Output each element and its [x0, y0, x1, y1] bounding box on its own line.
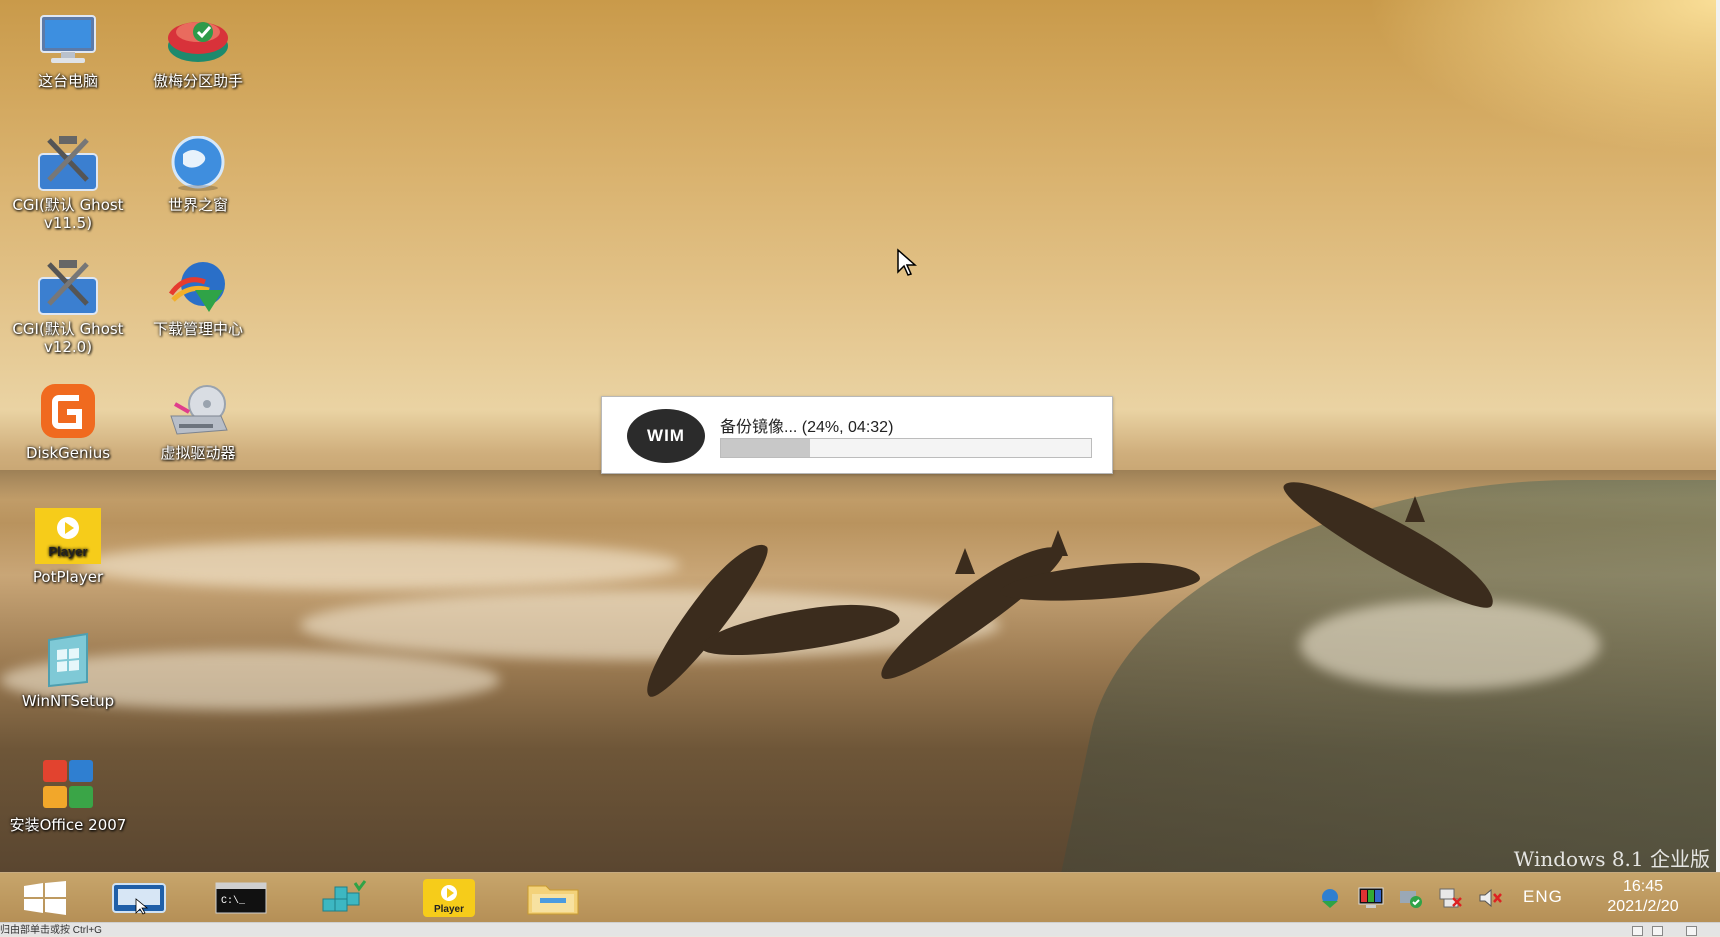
taskbar: C:\_ Player ENG 16:45 2021/2/20: [0, 872, 1720, 923]
desktop-icon-potplayer[interactable]: Player PotPlayer: [5, 508, 131, 586]
cmd-text: C:\_: [221, 895, 246, 907]
desktop-icon-winntsetup[interactable]: WinNTSetup: [5, 632, 131, 710]
potplayer-icon: Player: [423, 879, 475, 917]
icon-label: 傲梅分区助手: [152, 72, 243, 90]
icon-label: WinNTSetup: [21, 692, 115, 710]
clock-time: 16:45: [1622, 878, 1664, 895]
potplayer-taskbar-text: Player: [434, 904, 464, 915]
monitor-icon: [1358, 887, 1384, 908]
dolphin-fin: [955, 548, 975, 574]
desktop-icon-diskgenius[interactable]: DiskGenius: [5, 384, 131, 462]
diskgenius-icon: [35, 384, 101, 440]
tray-monitor[interactable]: [1358, 887, 1384, 909]
desktop-icon-cgi-ghost-v11[interactable]: CGI(默认 Ghost v11.5): [5, 136, 131, 232]
wim-logo: WIM: [627, 409, 705, 463]
computer-icon: [35, 12, 101, 68]
tray-volume[interactable]: [1478, 887, 1502, 909]
surf-foam: [1300, 600, 1600, 690]
winntsetup-icon: [35, 632, 101, 688]
command-prompt-icon: C:\_: [215, 882, 267, 914]
icon-label: 这台电脑: [37, 72, 98, 90]
potplayer-icon: Player: [29, 508, 107, 564]
tray-network-globe[interactable]: [1318, 887, 1342, 909]
desktop-icon-virtual-drive[interactable]: 虚拟驱动器: [135, 384, 261, 462]
download-manager-icon: [165, 260, 231, 316]
taskbar-screen-keyboard[interactable]: [108, 878, 170, 918]
window-edge: [1716, 0, 1720, 922]
icon-label: 安装Office 2007: [9, 816, 127, 834]
globe-browser-icon: [165, 135, 231, 192]
tray-network-status[interactable]: [1438, 887, 1462, 909]
taskbar-package-manager[interactable]: [314, 878, 376, 918]
tray-security[interactable]: [1398, 887, 1422, 909]
progress-status-text: 备份镜像... (24%, 04:32): [720, 419, 894, 436]
wim-progress-dialog: WIM 备份镜像... (24%, 04:32): [601, 396, 1113, 474]
icon-label: CGI(默认 Ghost v12.0): [12, 320, 124, 356]
taskbar-command-prompt[interactable]: C:\_: [210, 878, 272, 918]
dolphin-fin: [1048, 530, 1068, 556]
screen-keyboard-icon: [112, 883, 166, 915]
taskbar-file-explorer[interactable]: [522, 878, 584, 918]
host-status-bar: 归由部单击或按 Ctrl+G: [0, 922, 1720, 936]
os-watermark: Windows 8.1 企业版: [1513, 847, 1710, 871]
progress-bar-fill: [721, 439, 810, 457]
virtual-drive-icon: [165, 384, 231, 440]
icon-label: 世界之窗: [167, 196, 228, 214]
mouse-cursor-icon: [897, 248, 917, 276]
start-button[interactable]: [14, 878, 76, 918]
security-shield-icon: [1400, 891, 1422, 908]
cgi-ghost-icon: [35, 260, 101, 316]
clock-date: 2021/2/20: [1607, 898, 1679, 915]
package-icon: [322, 880, 367, 912]
icon-label: 虚拟驱动器: [160, 444, 236, 462]
desktop-icon-download-manager[interactable]: 下载管理中心: [135, 260, 261, 338]
volume-muted-icon: [1479, 888, 1502, 908]
icon-label: DiskGenius: [25, 444, 111, 462]
icon-label: 下载管理中心: [152, 320, 243, 338]
desktop-icon-this-pc[interactable]: 这台电脑: [5, 12, 131, 90]
network-disconnected-icon: [1439, 888, 1462, 908]
partition-assistant-icon: [165, 12, 231, 68]
icon-label: CGI(默认 Ghost v11.5): [12, 196, 124, 232]
icon-label: PotPlayer: [32, 568, 104, 586]
cgi-ghost-icon: [35, 136, 101, 192]
system-clock[interactable]: 16:45 2021/2/20: [1588, 877, 1698, 917]
surf-foam: [80, 540, 680, 590]
desktop-icon-office-2007[interactable]: 安装Office 2007: [5, 756, 131, 834]
desktop-icon-cgi-ghost-v12[interactable]: CGI(默认 Ghost v12.0): [5, 260, 131, 356]
dolphin-fin: [1405, 496, 1425, 522]
progress-bar: [720, 438, 1092, 458]
office-icon: [35, 756, 101, 812]
start-icon: [24, 881, 66, 915]
desktop-icon-world-browser[interactable]: 世界之窗: [135, 135, 261, 214]
input-language-indicator[interactable]: ENG: [1523, 887, 1563, 907]
potplayer-logo-text: Player: [48, 544, 87, 559]
status-hint-text: 归由部单击或按 Ctrl+G: [0, 925, 102, 936]
file-explorer-icon: [527, 885, 579, 915]
taskbar-potplayer[interactable]: Player: [418, 878, 480, 918]
desktop-icon-partition-assistant[interactable]: 傲梅分区助手: [135, 12, 261, 90]
network-globe-icon: [1322, 889, 1338, 908]
